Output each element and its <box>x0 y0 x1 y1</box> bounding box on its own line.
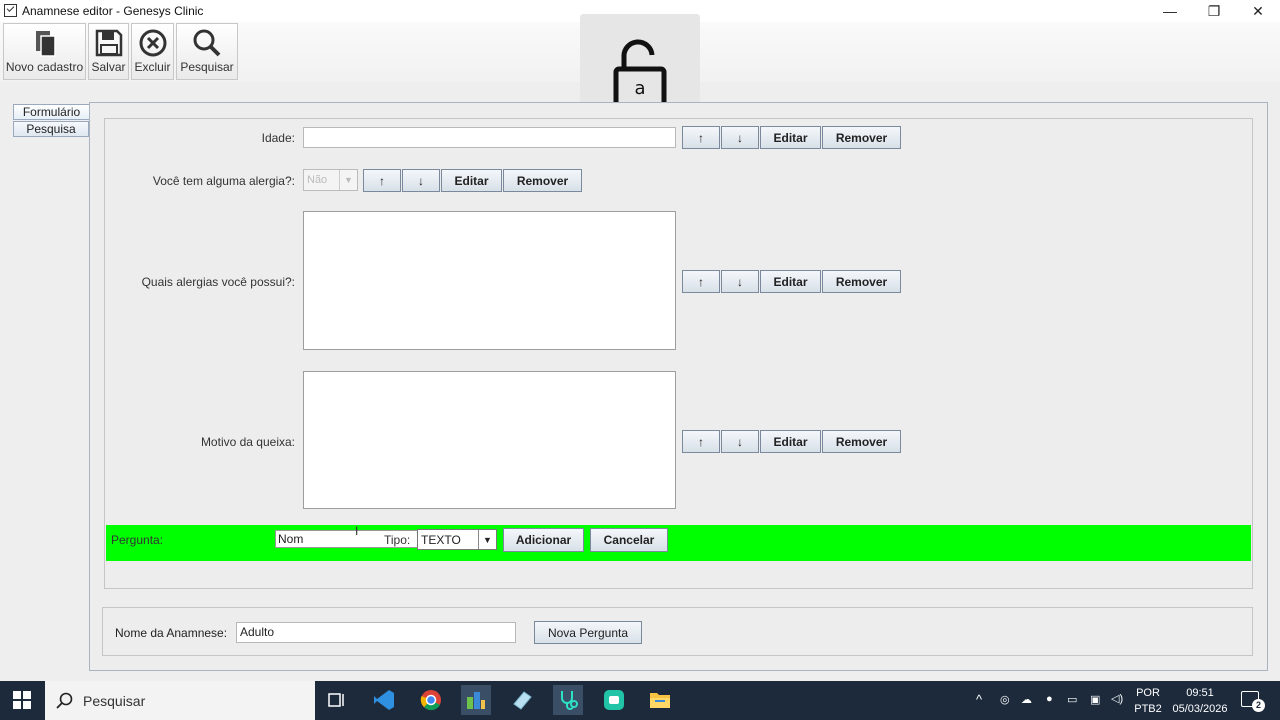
clock-date[interactable]: 05/03/2026 <box>1168 703 1232 715</box>
app-icon <box>4 4 17 17</box>
type-combo[interactable]: TEXTO ▼ <box>417 529 497 550</box>
delete-label: Excluir <box>134 60 171 74</box>
window-title: Anamnese editor - Genesys Clinic <box>22 4 204 18</box>
task-view-icon[interactable] <box>322 685 352 715</box>
vscode-icon[interactable] <box>369 685 399 715</box>
question-label-idade: Idade: <box>261 131 295 145</box>
move-up-button[interactable]: ↑ <box>682 270 720 293</box>
anamnese-name-field[interactable]: Adulto <box>236 622 516 643</box>
question-label-motivo: Motivo da queixa: <box>200 435 295 449</box>
cancel-button[interactable]: Cancelar <box>590 528 668 552</box>
alergia-combo-value: Não <box>307 174 328 186</box>
type-label: Tipo: <box>384 533 411 547</box>
motivo-button-group: ↑ ↓ Editar Remover <box>682 430 902 453</box>
motivo-textarea[interactable] <box>303 371 676 509</box>
remove-button[interactable]: Remover <box>822 126 901 149</box>
question-label-quais-alergias: Quais alergias você possui?: <box>141 275 295 289</box>
new-question-button[interactable]: Nova Pergunta <box>534 621 642 644</box>
save-button[interactable]: Salvar <box>88 23 129 80</box>
question-label: Pergunta: <box>111 533 164 547</box>
move-down-button[interactable]: ↓ <box>402 169 440 192</box>
tray-battery-icon[interactable]: ▭ <box>1067 693 1077 706</box>
tray-device-icon[interactable]: ◎ <box>1000 693 1010 706</box>
anamnese-name-label: Nome da Anamnese: <box>115 626 228 640</box>
remove-button[interactable]: Remover <box>503 169 582 192</box>
language-bottom[interactable]: PTB2 <box>1133 703 1163 715</box>
delete-circle-icon <box>139 29 166 57</box>
taskbar: Pesquisar ^ ◎ ☁ ● ▭ ▣ ◁) POR PTB2 09:51 … <box>0 681 1280 720</box>
add-button[interactable]: Adicionar <box>503 528 584 552</box>
unlock-icon: a <box>613 38 667 107</box>
remove-button[interactable]: Remover <box>822 430 901 453</box>
quais-alergias-button-group: ↑ ↓ Editar Remover <box>682 270 902 293</box>
minimize-button[interactable]: — <box>1148 0 1192 22</box>
recorder-app-icon[interactable] <box>599 685 629 715</box>
move-up-button[interactable]: ↑ <box>682 430 720 453</box>
search-label: Pesquisar <box>180 60 234 74</box>
floppy-disk-icon <box>95 29 122 57</box>
svg-text:a: a <box>634 78 645 99</box>
app-tiles-icon[interactable] <box>461 685 491 715</box>
magnifier-icon <box>193 29 221 57</box>
delete-button[interactable]: Excluir <box>131 23 174 80</box>
tray-mic-icon[interactable]: ● <box>1046 693 1053 705</box>
taskbar-search-input[interactable]: Pesquisar <box>45 681 315 720</box>
chrome-icon[interactable] <box>416 685 446 715</box>
edit-button[interactable]: Editar <box>441 169 502 192</box>
search-icon <box>56 692 73 709</box>
search-button[interactable]: Pesquisar <box>176 23 238 80</box>
alergia-button-group: ↑ ↓ Editar Remover <box>363 169 583 192</box>
new-record-label: Novo cadastro <box>5 60 84 74</box>
tray-chevron-up-icon[interactable]: ^ <box>976 692 982 707</box>
edit-button[interactable]: Editar <box>760 430 821 453</box>
move-down-button[interactable]: ↓ <box>721 430 759 453</box>
idade-field[interactable] <box>303 127 676 148</box>
questions-box <box>104 118 1253 589</box>
tab-form[interactable]: Formulário <box>13 104 89 120</box>
clock-time[interactable]: 09:51 <box>1168 687 1232 699</box>
edit-button[interactable]: Editar <box>760 270 821 293</box>
new-question-bar: Pergunta: Nom Tipo: TEXTO ▼ Adicionar Ca… <box>106 525 1251 561</box>
taskbar-search-placeholder: Pesquisar <box>83 693 146 709</box>
windows-start-icon[interactable] <box>7 685 37 715</box>
chevron-down-icon: ▼ <box>478 530 496 549</box>
move-down-button[interactable]: ↓ <box>721 270 759 293</box>
quais-alergias-textarea[interactable] <box>303 211 676 350</box>
new-record-button[interactable]: Novo cadastro <box>3 23 86 80</box>
stethoscope-icon[interactable] <box>553 685 583 715</box>
question-label-alergia: Você tem alguma alergia?: <box>152 174 295 188</box>
tray-cloud-icon[interactable]: ☁ <box>1021 693 1032 706</box>
text-cursor-icon: I <box>355 524 359 538</box>
remove-button[interactable]: Remover <box>822 270 901 293</box>
tray-volume-icon[interactable]: ◁) <box>1111 692 1123 705</box>
new-document-icon <box>35 31 56 57</box>
tray-network-icon[interactable]: ▣ <box>1090 693 1100 706</box>
move-up-button[interactable]: ↑ <box>682 126 720 149</box>
restore-button[interactable]: ❐ <box>1192 0 1236 22</box>
move-up-button[interactable]: ↑ <box>363 169 401 192</box>
notifications-badge: 2 <box>1252 699 1265 712</box>
file-explorer-icon[interactable] <box>645 685 675 715</box>
move-down-button[interactable]: ↓ <box>721 126 759 149</box>
language-top[interactable]: POR <box>1133 687 1163 699</box>
edit-button[interactable]: Editar <box>760 126 821 149</box>
chevron-down-icon: ▼ <box>339 170 357 190</box>
save-label: Salvar <box>91 60 126 74</box>
alergia-combo[interactable]: Não ▼ <box>303 169 358 191</box>
idade-button-group: ↑ ↓ Editar Remover <box>682 126 902 149</box>
type-combo-value: TEXTO <box>421 533 461 547</box>
eraser-app-icon[interactable] <box>507 685 537 715</box>
close-button[interactable]: ✕ <box>1236 0 1280 22</box>
